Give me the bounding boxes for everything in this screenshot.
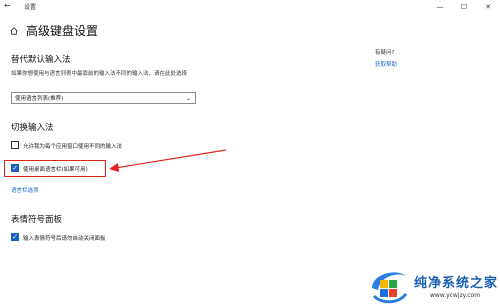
override-default-description: 如果你想使用与语言列表中最靠前的输入法不同的输入法，请在此处选择 — [11, 71, 188, 77]
emoji-panel-checkbox[interactable]: ✓ — [11, 233, 19, 241]
emoji-panel-label: 输入表情符号后请勿自动关闭面板 — [23, 236, 106, 242]
home-icon — [10, 27, 18, 35]
select-value: 使用语言列表(推荐) — [15, 96, 64, 102]
switch-input-heading: 切换输入法 — [11, 123, 54, 133]
red-arrow — [109, 149, 227, 172]
help-title: 有疑问? — [375, 50, 395, 56]
desktop-language-bar-checkbox[interactable]: ✓ — [11, 164, 19, 172]
chevron-down-icon: ⌄ — [185, 95, 191, 102]
input-method-select[interactable]: 使用语言列表(推荐) ⌄ — [11, 92, 196, 104]
app-title: 设置 — [24, 4, 37, 11]
emoji-panel-heading: 表情符号面板 — [11, 215, 63, 225]
back-arrow-icon[interactable]: ← — [4, 1, 11, 10]
per-app-input-checkbox[interactable] — [11, 141, 19, 149]
language-bar-options-link[interactable]: 语言栏选项 — [11, 186, 39, 194]
desktop-language-bar-label: 使用桌面语言栏(如果可用) — [23, 167, 88, 173]
override-default-heading: 替代默认输入法 — [11, 55, 71, 65]
watermark-logo — [372, 272, 408, 304]
get-help-link[interactable]: 获取帮助 — [375, 60, 397, 68]
minimize-icon[interactable]: — — [428, 0, 452, 14]
maximize-icon[interactable]: ☐ — [452, 0, 476, 14]
title-bar: ← 设置 — ☐ ✕ — [0, 0, 500, 14]
watermark-url: www.ycwjzy.com — [430, 292, 481, 299]
close-icon[interactable]: ✕ — [476, 0, 500, 14]
watermark-text: 纯净系统之家 — [414, 276, 499, 291]
page-title: 高级键盘设置 — [26, 24, 99, 38]
